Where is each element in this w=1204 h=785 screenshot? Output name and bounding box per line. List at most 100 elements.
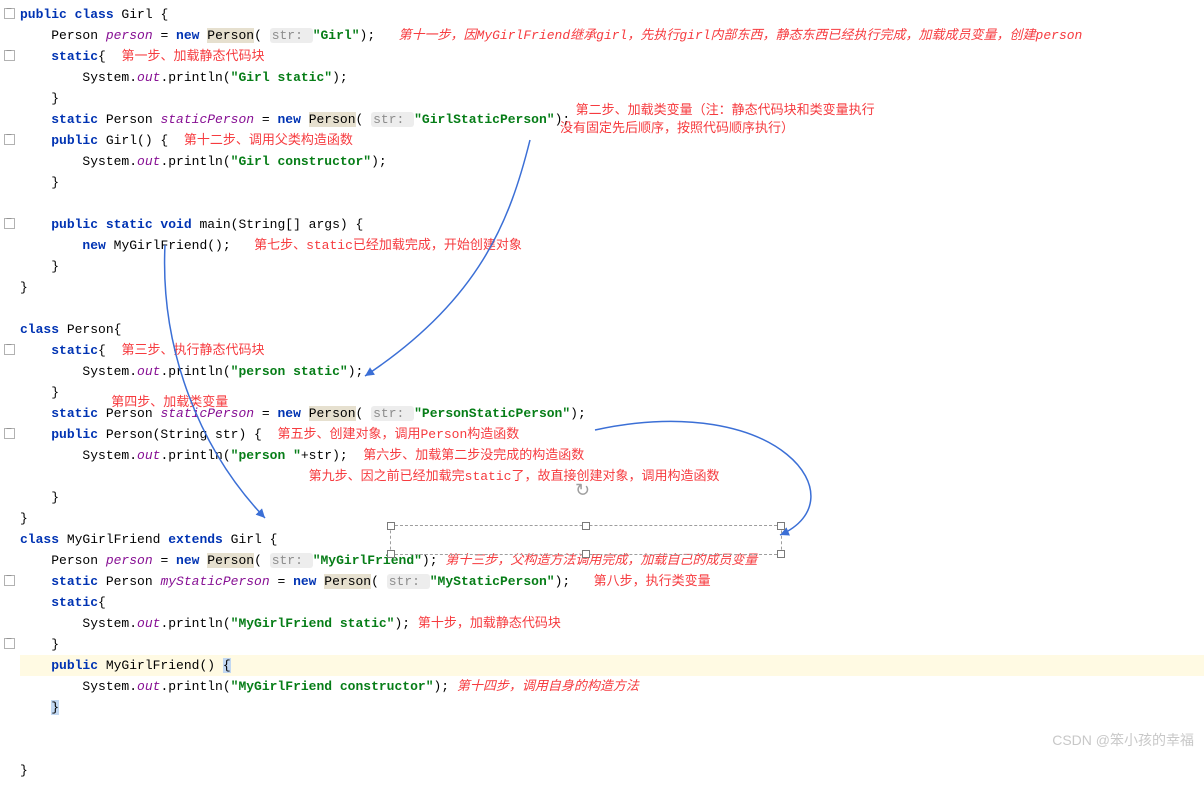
paren: ( bbox=[254, 28, 270, 43]
fold-icon[interactable] bbox=[4, 8, 15, 19]
indent bbox=[20, 238, 82, 253]
class-name: Person{ bbox=[67, 322, 122, 337]
brace: } bbox=[20, 280, 28, 295]
kw: public class bbox=[20, 7, 121, 22]
kw: class bbox=[20, 532, 67, 547]
eq: = bbox=[160, 28, 176, 43]
brace: { bbox=[98, 595, 106, 610]
code-line: } bbox=[20, 172, 1204, 193]
fold-icon[interactable] bbox=[4, 218, 15, 229]
end: ); bbox=[348, 364, 364, 379]
text: .println( bbox=[160, 154, 230, 169]
paren: ( bbox=[356, 406, 372, 421]
indent bbox=[20, 553, 51, 568]
brace: } bbox=[20, 490, 59, 505]
code-line: static{ 第一步、加载静态代码块 bbox=[20, 46, 1204, 67]
kw: new bbox=[176, 28, 207, 43]
fold-icon[interactable] bbox=[4, 428, 15, 439]
resize-handle[interactable] bbox=[777, 550, 785, 558]
string: "person static" bbox=[231, 364, 348, 379]
indent bbox=[20, 700, 51, 715]
resize-handle[interactable] bbox=[387, 522, 395, 530]
fold-icon[interactable] bbox=[4, 344, 15, 355]
code-line: System.out.println("person static"); bbox=[20, 361, 1204, 382]
code-line: } bbox=[20, 634, 1204, 655]
paren: ( bbox=[371, 574, 387, 589]
ctor: Person bbox=[207, 28, 254, 43]
brace: { bbox=[98, 343, 106, 358]
kw: extends bbox=[168, 532, 230, 547]
text: .println( bbox=[160, 448, 230, 463]
end: ); bbox=[422, 553, 438, 568]
string: "MyStaticPerson" bbox=[430, 574, 555, 589]
indent bbox=[20, 658, 51, 673]
annotation: 第一步、加载静态代码块 bbox=[106, 49, 265, 64]
text: .println( bbox=[160, 616, 230, 631]
string: "Girl constructor" bbox=[231, 154, 371, 169]
ctor: Person bbox=[324, 574, 371, 589]
field: out bbox=[137, 154, 160, 169]
indent bbox=[20, 49, 51, 64]
brace: { bbox=[160, 7, 168, 22]
param-hint: str: bbox=[270, 28, 313, 43]
code-line: public Person(String str) { 第五步、创建对象，调用P… bbox=[20, 424, 1204, 445]
text: .println( bbox=[160, 70, 230, 85]
code-editor[interactable]: public class Girl { Person person = new … bbox=[0, 0, 1204, 785]
kw: new bbox=[293, 574, 324, 589]
brace: } bbox=[51, 700, 59, 715]
resize-handle[interactable] bbox=[777, 522, 785, 530]
param-hint: str: bbox=[387, 574, 430, 589]
code-line: System.out.println("MyGirlFriend static"… bbox=[20, 613, 1204, 634]
field: out bbox=[137, 448, 160, 463]
ctor: Person bbox=[309, 112, 356, 127]
text: System. bbox=[20, 70, 137, 85]
text: System. bbox=[20, 364, 137, 379]
annotation: 第三步、执行静态代码块 bbox=[106, 343, 265, 358]
indent bbox=[20, 112, 51, 127]
eq: = bbox=[277, 574, 293, 589]
annotation: 第七步、static已经加载完成，开始创建对象 bbox=[231, 238, 522, 253]
resize-handle[interactable] bbox=[582, 522, 590, 530]
field: out bbox=[137, 679, 160, 694]
kw: static bbox=[51, 49, 98, 64]
eq: = bbox=[262, 406, 278, 421]
resize-handle[interactable] bbox=[582, 550, 590, 558]
watermark: CSDN @笨小孩的幸福 bbox=[1052, 730, 1194, 750]
text: .println( bbox=[160, 679, 230, 694]
fold-icon[interactable] bbox=[4, 638, 15, 649]
fold-icon[interactable] bbox=[4, 575, 15, 586]
code-line: } bbox=[20, 697, 1204, 718]
code-line: static Person staticPerson = new Person(… bbox=[20, 109, 1204, 130]
text: System. bbox=[20, 679, 137, 694]
type: Person bbox=[106, 112, 161, 127]
text: .println( bbox=[160, 364, 230, 379]
code-line: static{ bbox=[20, 592, 1204, 613]
code-line: } bbox=[20, 256, 1204, 277]
code-line: static Person myStaticPerson = new Perso… bbox=[20, 571, 1204, 592]
kw: static bbox=[51, 574, 106, 589]
code-line: public MyGirlFriend() { bbox=[20, 655, 1204, 676]
kw: new bbox=[277, 112, 308, 127]
field: out bbox=[137, 364, 160, 379]
type: Person bbox=[51, 553, 106, 568]
annotation: 第十二步、调用父类构造函数 bbox=[168, 133, 353, 148]
rotate-icon[interactable]: ↻ bbox=[575, 480, 590, 502]
class-name: MyGirlFriend bbox=[67, 532, 168, 547]
resize-handle[interactable] bbox=[387, 550, 395, 558]
indent bbox=[20, 133, 51, 148]
kw: class bbox=[20, 322, 67, 337]
code-line: public class Girl { bbox=[20, 4, 1204, 25]
fold-icon[interactable] bbox=[4, 50, 15, 61]
annotation: 第六步、加载第二步没完成的构造函数 bbox=[348, 448, 585, 463]
code-line: class Person{ bbox=[20, 319, 1204, 340]
kw: new bbox=[82, 238, 113, 253]
code-line: System.out.println("Girl static"); bbox=[20, 67, 1204, 88]
code-line: System.out.println("Girl constructor"); bbox=[20, 151, 1204, 172]
brace: } bbox=[20, 511, 28, 526]
fold-icon[interactable] bbox=[4, 134, 15, 145]
indent bbox=[20, 343, 51, 358]
annotation: 第八步，执行类变量 bbox=[570, 574, 710, 589]
brace: } bbox=[20, 175, 59, 190]
brace: } bbox=[20, 259, 59, 274]
annotation: 第九步、因之前已经加载完static了，故直接创建对象，调用构造函数 bbox=[20, 469, 719, 484]
